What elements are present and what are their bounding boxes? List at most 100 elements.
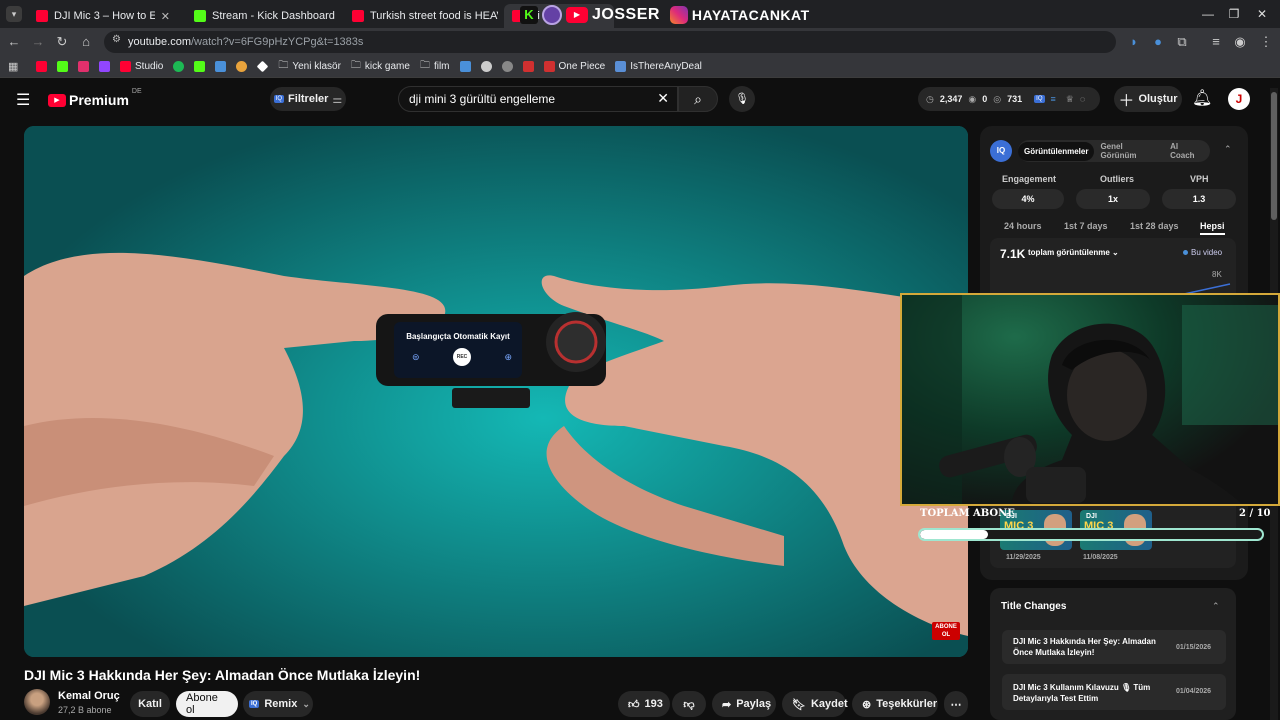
address-bar[interactable]: ⚙ youtube.com/watch?v=6FG9pHzYCPg&t=1383… — [104, 31, 1116, 53]
kick-icon — [57, 61, 68, 72]
bookmark-folder[interactable]: 🗀 Yeni klasör — [278, 58, 341, 75]
collapse-chevron-icon[interactable]: ⌃ — [1212, 601, 1220, 612]
scrollbar-thumb[interactable] — [1271, 92, 1277, 220]
tab-overview[interactable]: Genel Görünüm — [1094, 137, 1162, 165]
bookmark-item[interactable] — [194, 61, 206, 72]
back-arrow-icon[interactable]: ← — [4, 32, 24, 52]
apps-grid-icon[interactable]: ▦ — [8, 60, 18, 73]
instagram-logo-icon — [669, 6, 688, 24]
tab-views[interactable]: Görüntülenmeler — [1018, 141, 1095, 161]
bookmark-item[interactable] — [173, 61, 185, 72]
search-button[interactable]: ⌕ — [678, 86, 718, 112]
thanks-icon: ⊛ — [862, 698, 872, 711]
like-button[interactable]: 👍︎ 193 — [618, 691, 670, 717]
more-actions-button[interactable]: ⋯ — [944, 691, 968, 717]
share-button[interactable]: ➦ Paylaş — [712, 691, 776, 717]
home-icon[interactable]: ⌂ — [76, 32, 96, 52]
close-tab-icon[interactable]: ✕ — [161, 10, 170, 23]
extension-icon[interactable]: ● — [1148, 32, 1168, 52]
bookmark-item[interactable]: One Piece — [543, 61, 605, 72]
bookmark-icon: 🔖︎ — [792, 698, 806, 711]
bookmark-folder[interactable]: 🗀 film — [420, 58, 450, 75]
bookmark-item[interactable] — [78, 61, 89, 72]
dislike-button[interactable]: 👎︎ — [672, 691, 706, 717]
webcam-scene-illustration — [902, 295, 1278, 504]
webcam-overlay — [900, 293, 1280, 506]
collapse-chevron-icon[interactable]: ⌃ — [1224, 144, 1232, 155]
thanks-button[interactable]: ⊛ Teşekkürler — [852, 691, 938, 717]
forward-arrow-icon[interactable]: → — [28, 32, 48, 52]
settings-icon: ⊕ — [504, 351, 512, 362]
emoji-icon — [236, 61, 248, 72]
range-7d[interactable]: 1st 7 days — [1064, 221, 1108, 231]
subscribe-badge[interactable]: ABONE OL — [932, 622, 960, 640]
menu-dots-icon[interactable]: ⋮ — [1256, 32, 1276, 52]
bookmark-item[interactable] — [501, 61, 513, 72]
reading-list-icon[interactable]: ≡ — [1206, 32, 1226, 52]
range-28d[interactable]: 1st 28 days — [1130, 221, 1179, 231]
browser-tab[interactable]: DJI Mic 3 – How to Enable or Di ✕ — [28, 4, 178, 28]
notifications-bell-icon[interactable]: 🔔︎ — [1192, 88, 1212, 108]
browser-tab[interactable]: Turkish street food is HEAVEN ✕ — [344, 4, 498, 28]
reload-icon[interactable]: ↻ — [52, 32, 72, 52]
total-views-dropdown[interactable]: toplam görüntülenme ⌄ — [1028, 248, 1119, 257]
bookmark-item[interactable] — [480, 61, 492, 72]
subscribe-button[interactable]: Abone ol — [176, 691, 238, 717]
profile-avatar-icon[interactable]: ◉ — [1230, 32, 1250, 52]
bookmark-item[interactable]: Studio — [120, 61, 163, 72]
tab-search-button[interactable]: ▾ — [6, 6, 22, 22]
search-input[interactable]: dji mini 3 gürültü engelleme ✕ — [398, 86, 678, 112]
bookmark-item[interactable] — [257, 60, 269, 73]
youtube-logo-icon: ▶ — [566, 7, 588, 23]
total-views: 7.1K — [1000, 247, 1026, 261]
bookmark-label: Yeni klasör — [292, 61, 341, 72]
filters-button[interactable]: IQ Filtreler ⚌ — [270, 87, 346, 111]
bookmark-item[interactable] — [215, 61, 227, 72]
bookmark-item[interactable] — [236, 61, 248, 72]
save-button[interactable]: 🔖︎ Kaydet — [782, 691, 848, 717]
title-change-text: DJI Mic 3 Hakkında Her Şey: Almadan Önce… — [1013, 637, 1156, 657]
close-window-button[interactable]: ✕ — [1242, 4, 1280, 24]
thanks-label: Teşekkürler — [876, 698, 938, 710]
hamburger-menu-icon[interactable]: ☰ — [16, 90, 30, 110]
create-button[interactable]: ＋ Oluştur — [1114, 86, 1182, 112]
channel-name[interactable]: Kemal Oruç — [58, 690, 120, 702]
site-info-icon[interactable]: ⚙ — [112, 34, 121, 45]
puzzle-icon[interactable]: ⧉ — [1172, 32, 1192, 52]
range-24h[interactable]: 24 hours — [1004, 221, 1042, 231]
title-change-row[interactable]: DJI Mic 3 Kullanım Kılavuzu 🎙 Tüm Detayl… — [1002, 674, 1226, 710]
bookmark-item[interactable] — [459, 61, 471, 72]
engagement-label: Engagement — [1002, 174, 1057, 184]
bookmark-item[interactable] — [57, 61, 68, 72]
bookmark-item[interactable] — [99, 61, 110, 72]
video-player[interactable]: Başlangıçta Otomatik Kayıt ⊜ REC ⊕ ABONE… — [24, 126, 968, 657]
header-stats-pill[interactable]: ◷ 2,347 ◉ 0 ◎ 731 IQ ≡ ♕ ◌ — [918, 87, 1100, 111]
bookmark-folder[interactable]: 🗀 kick game — [351, 58, 410, 75]
folder-icon: 🗀 — [350, 60, 361, 71]
total-views-label: toplam görüntülenme — [1028, 248, 1110, 257]
range-all[interactable]: Hepsi — [1200, 221, 1225, 235]
bookmark-item[interactable] — [522, 61, 534, 72]
video-frame-illustration — [24, 126, 968, 657]
youtube-logo[interactable]: ▶ Premium DE — [48, 88, 142, 108]
account-avatar[interactable]: J — [1228, 88, 1250, 110]
eye-icon: ◉ — [968, 93, 977, 104]
extension-icon[interactable]: ◗ — [1124, 32, 1144, 52]
globe-icon: ◎ — [993, 93, 1002, 104]
bookmark-item[interactable] — [36, 61, 47, 72]
subscriber-count: 27,2 B abone — [58, 705, 112, 715]
spotify-icon — [173, 61, 185, 72]
bookmark-item[interactable]: IsThereAnyDeal — [615, 61, 702, 72]
browser-tab[interactable]: Stream - Kick Dashboard ✕ — [186, 4, 338, 28]
outliers-value: 1x — [1076, 189, 1150, 209]
join-label: Katıl — [138, 698, 162, 710]
channel-avatar[interactable] — [24, 689, 50, 715]
tab-ai-coach[interactable]: AI Coach — [1162, 137, 1210, 165]
create-label: Oluştur — [1138, 93, 1178, 105]
join-button[interactable]: Katıl — [130, 691, 170, 717]
title-change-row[interactable]: DJI Mic 3 Hakkında Her Şey: Almadan Önce… — [1002, 630, 1226, 664]
outliers-label: Outliers — [1100, 174, 1135, 184]
voice-search-button[interactable]: 🎙 — [729, 86, 755, 112]
clear-search-icon[interactable]: ✕ — [657, 90, 669, 107]
remix-button[interactable]: IQ Remix ⌄ — [243, 691, 313, 717]
